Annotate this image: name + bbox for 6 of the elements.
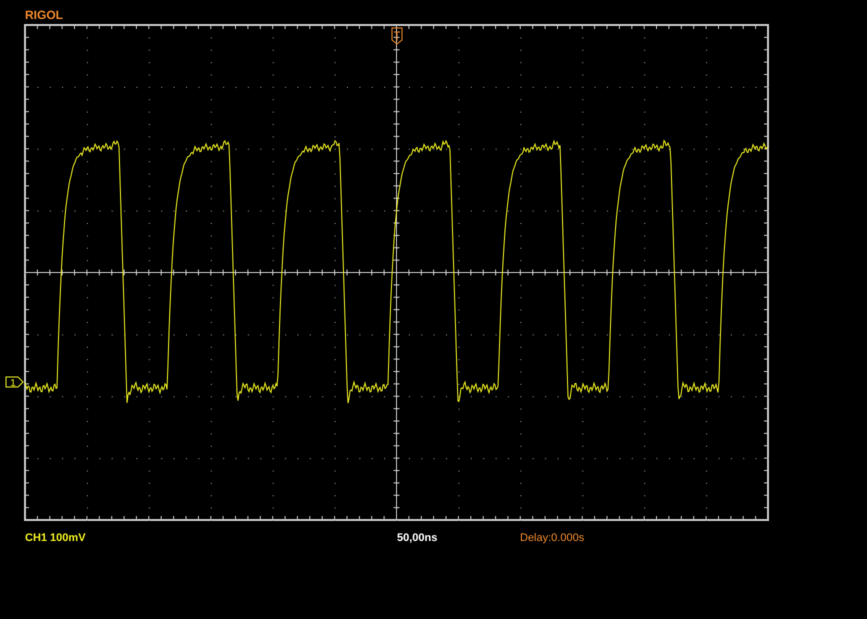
channel-scale: CH1 100mV: [25, 531, 86, 546]
trigger-delay: Delay:0.000s: [520, 531, 584, 546]
timebase: 50,00ns: [397, 531, 438, 546]
brand-logo: RIGOL: [25, 9, 63, 22]
trigger-marker-icon: [392, 28, 402, 45]
channel-marker: 1: [6, 376, 24, 389]
